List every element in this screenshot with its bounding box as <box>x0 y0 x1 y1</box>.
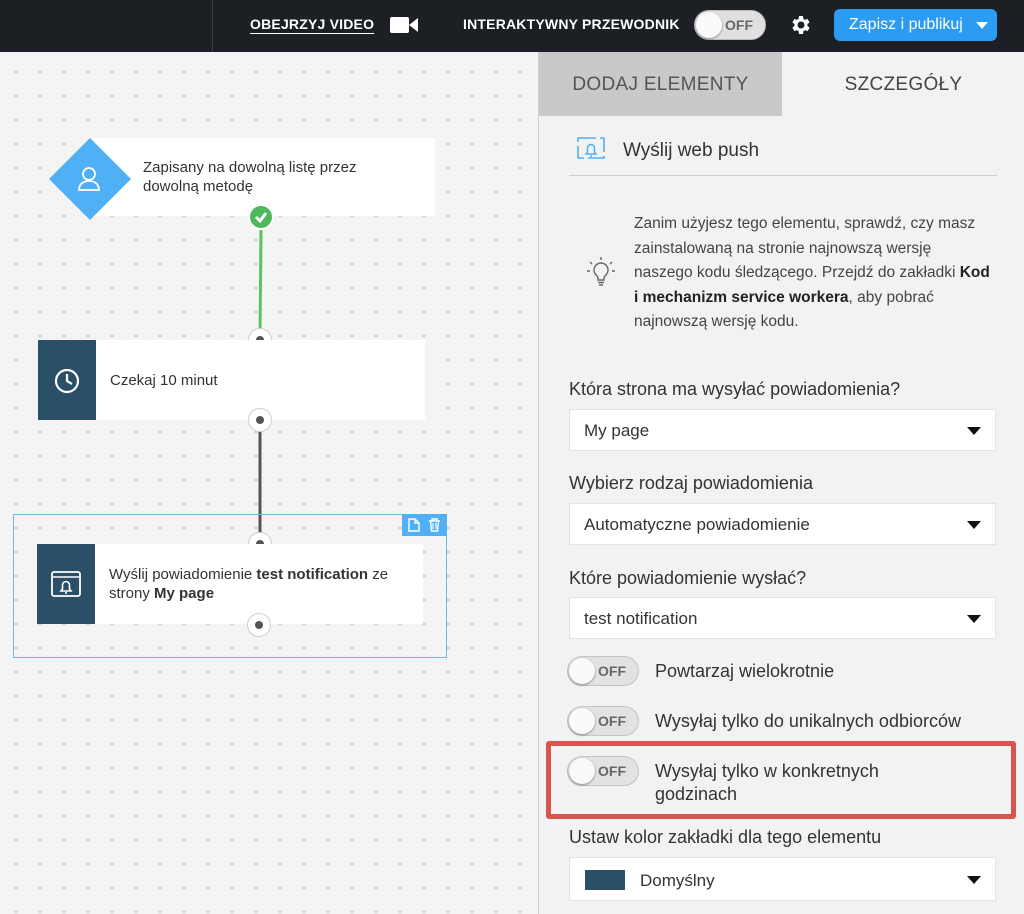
notification-type-value: Automatyczne powiadomienie <box>584 515 810 534</box>
tab-add-elements[interactable]: DODAJ ELEMENTY <box>539 52 782 116</box>
interactive-guide-label: INTERAKTYWNY PRZEWODNIK <box>463 16 680 32</box>
page-select[interactable]: My page <box>569 409 996 451</box>
chevron-down-icon <box>967 521 981 529</box>
repeat-toggle[interactable]: OFF <box>567 656 639 686</box>
bell-window-icon <box>577 137 605 159</box>
color-field-label: Ustaw kolor zakładki dla tego elementu <box>569 827 882 847</box>
clock-icon <box>54 368 80 394</box>
color-swatch <box>585 870 625 890</box>
chevron-down-icon <box>967 427 981 435</box>
chevron-down-icon <box>967 615 981 623</box>
notification-type-select[interactable]: Automatyczne powiadomienie <box>569 503 996 545</box>
workflow-canvas[interactable]: Zapisany na dowolną listę przez dowolną … <box>0 52 538 914</box>
web-push-node-side <box>37 544 95 624</box>
page-field-label: Która strona ma wysyłać powiadomienia? <box>569 379 901 399</box>
info-note: Zanim użyjesz tego elementu, sprawdź, cz… <box>634 212 994 335</box>
info-text: Zanim użyjesz tego elementu, sprawdź, cz… <box>634 215 976 281</box>
trash-icon[interactable] <box>428 518 441 532</box>
notification-select[interactable]: test notification <box>569 597 996 639</box>
specific-hours-toggle-label: Wysyłaj tylko w konkretnych godzinach <box>655 761 879 804</box>
node-connector[interactable] <box>248 408 272 432</box>
topbar-divider <box>212 0 213 52</box>
notification-field-label: Które powiadomienie wysłać? <box>569 568 807 588</box>
video-camera-icon[interactable] <box>389 15 419 35</box>
toggle-knob <box>569 758 595 784</box>
tab-color-value: Domyślny <box>640 871 715 890</box>
page-name: My page <box>154 585 215 602</box>
toggle-knob <box>696 12 722 38</box>
page-select-value: My page <box>584 421 650 440</box>
unique-recipients-toggle[interactable]: OFF <box>567 706 639 736</box>
notification-select-value: test notification <box>584 609 698 628</box>
success-check-icon <box>248 204 274 230</box>
publish-button-label: Zapisz i publikuj <box>849 16 963 33</box>
connection-line-1 <box>258 229 263 337</box>
user-icon <box>78 167 100 191</box>
specific-hours-toggle[interactable]: OFF <box>567 756 639 786</box>
wait-node-text: Czekaj 10 minut <box>110 372 218 389</box>
repeat-toggle-label: Powtarzaj wielokrotnie <box>655 661 835 681</box>
copy-icon[interactable] <box>408 518 420 532</box>
tab-color-select[interactable]: Domyślny <box>569 857 996 901</box>
details-panel: DODAJ ELEMENTY SZCZEGÓŁY Wyślij web push… <box>538 52 1024 914</box>
wait-node-side <box>38 340 96 420</box>
type-field-label: Wybierz rodzaj powiadomienia <box>569 473 813 493</box>
section-title-text: Wyślij web push <box>623 140 760 161</box>
toggle-state-label: OFF <box>598 663 626 679</box>
toggle-state-label: OFF <box>598 763 626 779</box>
web-push-node[interactable]: Wyślij powiadomienie test notification z… <box>37 544 423 624</box>
node-text-part: Wyślij powiadomienie <box>109 566 257 583</box>
node-tools <box>402 514 447 536</box>
interactive-guide-toggle[interactable]: OFF <box>694 10 766 40</box>
chevron-down-icon <box>967 876 981 884</box>
section-title: Wyślij web push <box>569 132 997 176</box>
node-connector[interactable] <box>247 613 271 637</box>
tab-details[interactable]: SZCZEGÓŁY <box>782 52 1024 116</box>
gear-icon[interactable] <box>789 13 813 37</box>
toggle-state-label: OFF <box>725 17 753 33</box>
top-bar: OBEJRZYJ VIDEO INTERAKTYWNY PRZEWODNIK O… <box>0 0 1024 52</box>
unique-recipients-toggle-label: Wysyłaj tylko do unikalnych odbiorców <box>655 711 961 731</box>
toggle-knob <box>569 708 595 734</box>
chevron-down-icon[interactable] <box>976 22 988 29</box>
web-push-node-text: Wyślij powiadomienie test notification z… <box>109 565 409 603</box>
notification-name: test notification <box>256 566 369 583</box>
wait-node[interactable]: Czekaj 10 minut <box>38 340 425 420</box>
toggle-knob <box>569 658 595 684</box>
save-and-publish-button[interactable]: Zapisz i publikuj <box>834 9 997 41</box>
bell-window-icon <box>51 571 81 597</box>
toggle-state-label: OFF <box>598 713 626 729</box>
watch-video-link[interactable]: OBEJRZYJ VIDEO <box>250 16 374 32</box>
trigger-node-text: Zapisany na dowolną listę przez dowolną … <box>143 159 357 195</box>
lightbulb-icon <box>587 257 615 286</box>
